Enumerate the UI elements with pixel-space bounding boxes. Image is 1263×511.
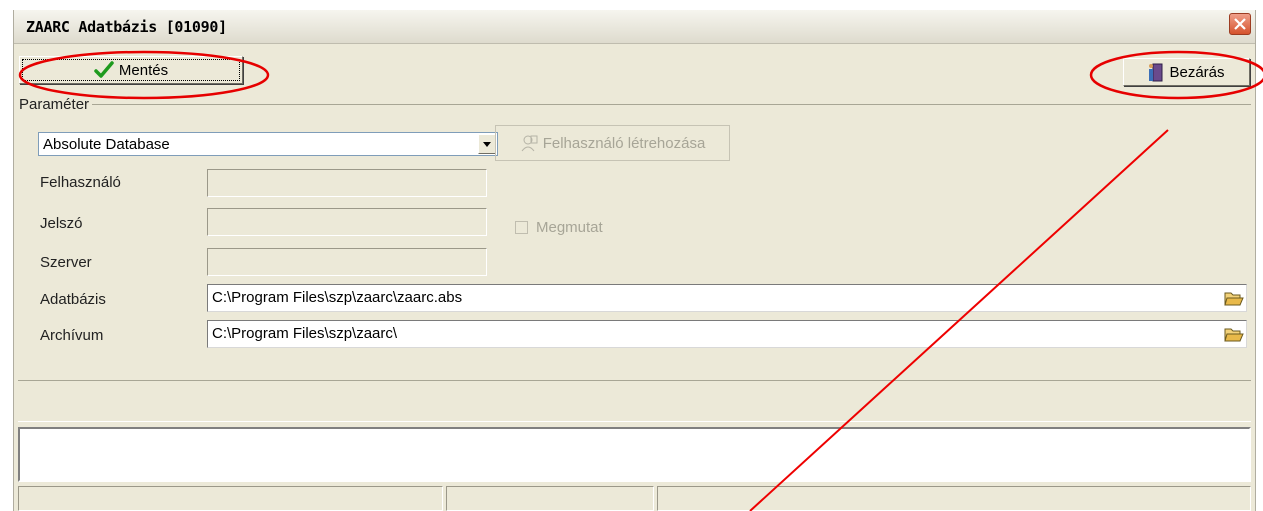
create-user-button[interactable]: Felhasználó létrehozása bbox=[495, 125, 730, 161]
close-x-icon bbox=[1234, 18, 1246, 30]
show-password-checkbox[interactable]: Megmutat bbox=[515, 219, 603, 236]
server-field[interactable] bbox=[207, 248, 487, 276]
user-add-icon bbox=[520, 134, 538, 152]
main-window: ZAARC Adatbázis [01090] Mentés Bezárás P… bbox=[13, 10, 1256, 511]
password-label: Jelszó bbox=[40, 215, 83, 232]
folder-open-icon[interactable] bbox=[1224, 289, 1244, 311]
folder-open-icon[interactable] bbox=[1224, 325, 1244, 347]
status-panel bbox=[446, 486, 654, 511]
checkmark-icon bbox=[94, 61, 114, 79]
status-bar bbox=[18, 486, 1251, 511]
title-bar[interactable]: ZAARC Adatbázis [01090] bbox=[14, 10, 1255, 44]
save-button-label: Mentés bbox=[118, 61, 169, 79]
server-label: Szerver bbox=[40, 254, 92, 271]
status-panel bbox=[18, 486, 443, 511]
info-panel bbox=[18, 381, 1251, 422]
database-path-value: C:\Program Files\szp\zaarc\zaarc.abs bbox=[212, 289, 463, 306]
parameter-legend: Paraméter bbox=[18, 96, 93, 113]
window-title: ZAARC Adatbázis [01090] bbox=[26, 18, 227, 36]
password-field[interactable] bbox=[207, 208, 487, 236]
database-type-select[interactable]: Absolute Database bbox=[38, 132, 498, 156]
status-panel bbox=[657, 486, 1251, 511]
archive-path-field[interactable]: C:\Program Files\szp\zaarc\ bbox=[207, 320, 1247, 348]
archive-label: Archívum bbox=[40, 327, 104, 344]
close-button[interactable]: Bezárás bbox=[1123, 58, 1250, 86]
database-label: Adatbázis bbox=[40, 291, 106, 308]
show-password-label: Megmutat bbox=[536, 219, 603, 236]
close-button-label: Bezárás bbox=[1169, 63, 1225, 81]
chevron-down-icon[interactable] bbox=[478, 134, 496, 154]
save-button[interactable]: Mentés bbox=[19, 56, 243, 84]
toolbar: Mentés Bezárás bbox=[14, 44, 1255, 98]
database-type-value: Absolute Database bbox=[43, 136, 170, 153]
checkbox-box[interactable] bbox=[515, 221, 528, 234]
door-exit-icon bbox=[1148, 62, 1164, 82]
log-memo[interactable] bbox=[18, 427, 1251, 482]
user-field[interactable] bbox=[207, 169, 487, 197]
user-label: Felhasználó bbox=[40, 174, 121, 191]
create-user-label: Felhasználó létrehozása bbox=[542, 134, 706, 152]
database-path-field[interactable]: C:\Program Files\szp\zaarc\zaarc.abs bbox=[207, 284, 1247, 312]
window-close-button[interactable] bbox=[1229, 13, 1251, 35]
archive-path-value: C:\Program Files\szp\zaarc\ bbox=[212, 325, 398, 342]
